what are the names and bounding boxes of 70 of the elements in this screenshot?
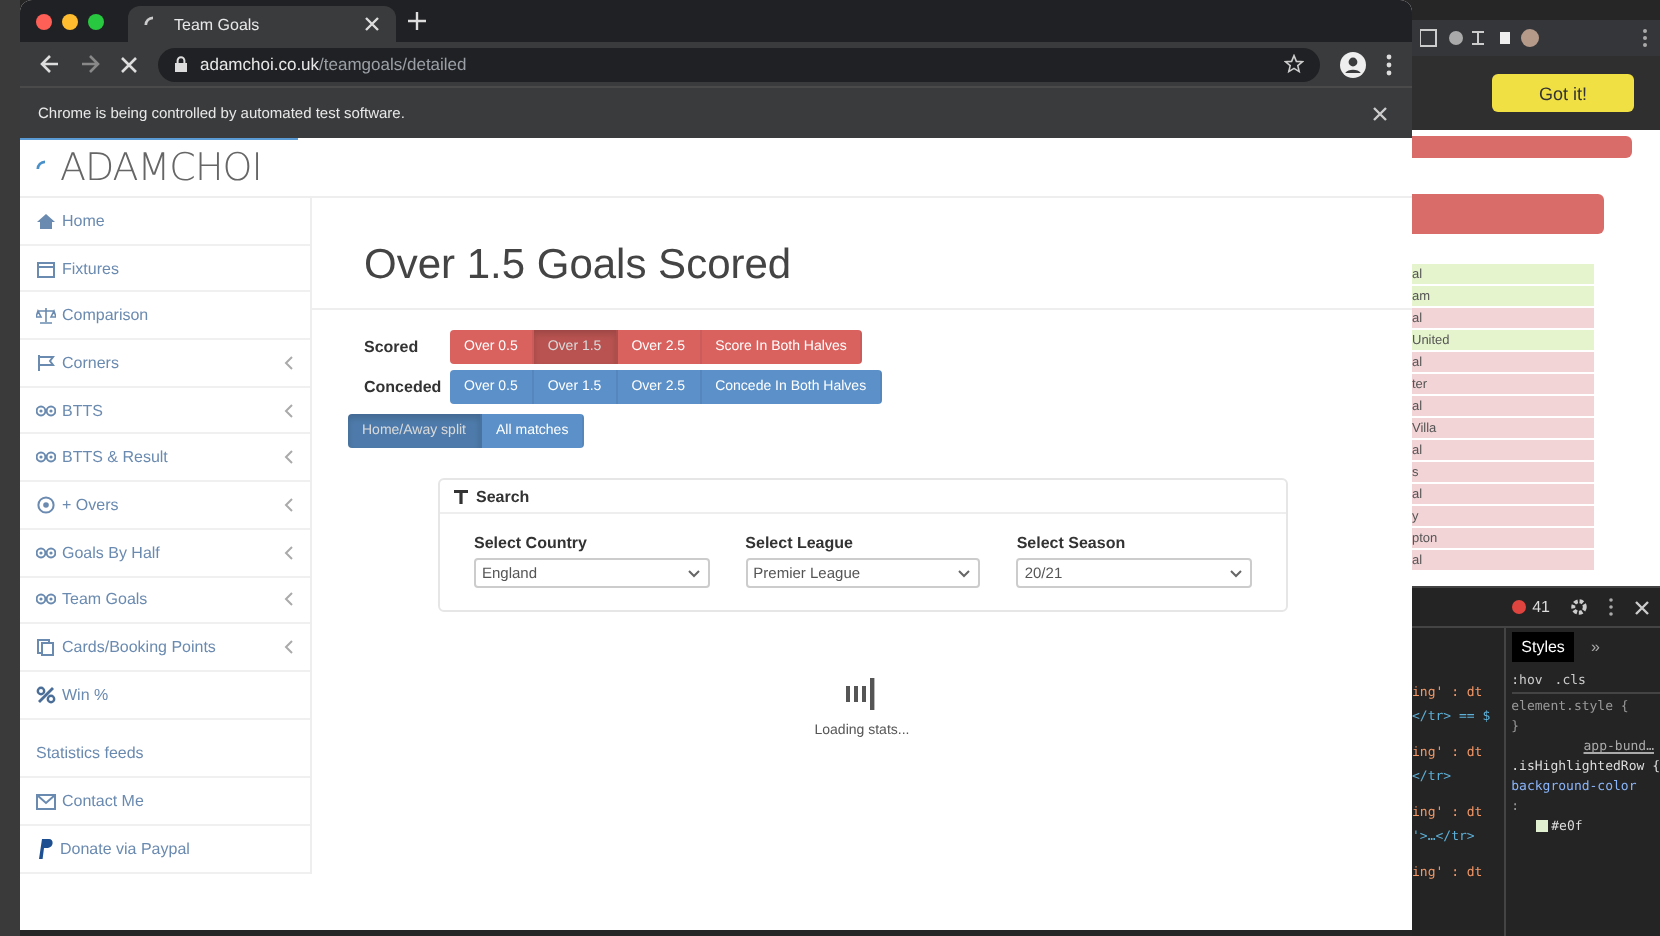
settings-icon[interactable]	[1570, 598, 1588, 616]
sidebar-item[interactable]: BTTS	[20, 387, 310, 435]
sidebar-item[interactable]: Corners	[20, 340, 310, 388]
sidebar-item[interactable]: Cards/Booking Points	[20, 624, 310, 672]
error-icon	[1512, 600, 1527, 614]
zoom-window-icon[interactable]	[88, 13, 104, 29]
new-tab-icon[interactable]	[408, 12, 426, 30]
profile-icon[interactable]	[1340, 51, 1366, 77]
chevron-icon	[284, 355, 294, 370]
bookmark-star-icon[interactable]	[1284, 54, 1304, 74]
sidebar-item[interactable]: Fixtures	[20, 245, 310, 293]
lock-icon	[174, 56, 188, 72]
sidebar-item[interactable]: Statistics feeds	[20, 731, 310, 779]
address-bar[interactable]: adamchoi.co.uk/teamgoals/detailed	[158, 47, 1320, 81]
sidebar-item[interactable]: Donate via Paypal	[20, 825, 310, 874]
field-label: Select Country	[474, 534, 589, 552]
url-text: adamchoi.co.uk/teamgoals/detailed	[200, 54, 469, 74]
balls-icon	[36, 401, 56, 420]
page-title: Over 1.5 Goals Scored	[364, 242, 794, 292]
close-icon[interactable]	[1372, 105, 1388, 121]
ball-icon	[36, 495, 56, 514]
minimize-window-icon[interactable]	[62, 13, 78, 29]
balls-icon	[36, 448, 56, 467]
menu-icon[interactable]	[1386, 53, 1392, 75]
chevron-icon	[284, 640, 294, 655]
sidebar-item[interactable]: Team Goals	[20, 577, 310, 625]
flag-icon	[36, 353, 56, 372]
chevron-icon	[284, 403, 294, 418]
close-window-icon[interactable]	[36, 13, 52, 29]
stop-icon[interactable]	[120, 55, 138, 73]
browser-tab[interactable]: Team Goals	[128, 6, 396, 42]
menu-icon[interactable]	[1642, 28, 1648, 48]
close-icon[interactable]	[364, 16, 380, 32]
more-tabs-button[interactable]: »	[1590, 637, 1600, 655]
extension-icons-drawing[interactable]	[1420, 28, 1540, 48]
sidebar-item[interactable]: Home	[20, 198, 310, 246]
chevron-icon	[284, 545, 294, 560]
envelope-icon	[36, 793, 56, 810]
group-label: Conceded	[364, 378, 444, 396]
panel-title: Search	[476, 487, 530, 505]
scales-icon	[36, 306, 56, 325]
styles-tab[interactable]: Styles	[1511, 631, 1575, 661]
field-label: Select Season	[1016, 534, 1128, 552]
sidebar-item[interactable]: Contact Me	[20, 778, 310, 826]
chevron-icon	[284, 497, 294, 512]
got-it-button[interactable]: Got it!	[1492, 74, 1634, 112]
forward-icon[interactable]	[80, 54, 100, 74]
cards-icon	[36, 638, 56, 657]
percent-icon	[36, 685, 56, 704]
sidebar-item[interactable]: Goals By Half	[20, 529, 310, 577]
paypal-icon	[36, 837, 54, 860]
balls-icon	[36, 543, 56, 562]
loading-bars-icon	[844, 676, 880, 712]
group-label: Scored	[364, 338, 421, 356]
back-icon[interactable]	[40, 54, 60, 74]
close-icon[interactable]	[1634, 599, 1650, 615]
sidebar-item[interactable]: Win %	[20, 671, 310, 720]
sidebar-item[interactable]: BTTS & Result	[20, 434, 310, 483]
home-icon	[36, 211, 56, 230]
calendar-icon	[36, 259, 56, 278]
field-label: Select League	[745, 534, 855, 552]
menu-icon[interactable]	[1608, 598, 1614, 616]
site-logo[interactable]: ADAMCHOI	[60, 146, 262, 190]
sidebar-item[interactable]: + Overs	[20, 482, 310, 530]
sidebar-item[interactable]: Comparison	[20, 292, 310, 341]
chevron-icon	[284, 450, 294, 465]
chevron-icon	[284, 592, 294, 607]
balls-icon	[36, 590, 56, 609]
error-count[interactable]: 41	[1512, 598, 1550, 616]
filter-icon	[454, 489, 468, 503]
